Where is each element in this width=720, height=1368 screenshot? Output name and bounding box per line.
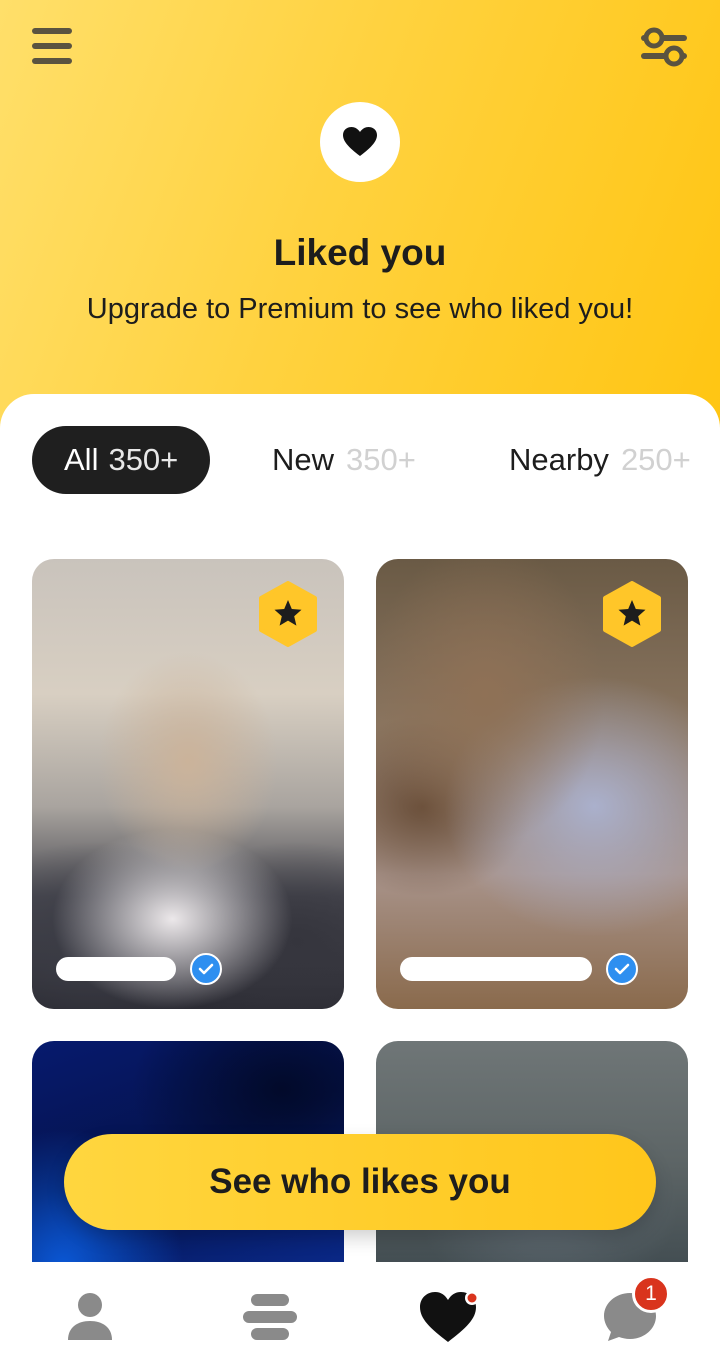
see-who-likes-you-button[interactable]: See who likes you [64, 1134, 656, 1230]
profile-card[interactable] [32, 559, 344, 1009]
tab-count: 350+ [346, 442, 416, 477]
tab-all[interactable]: All 350+ [32, 426, 211, 494]
hidden-name-bar [56, 957, 176, 981]
chat-notification-badge: 1 [632, 1275, 670, 1313]
tab-count: 250+ [620, 442, 691, 477]
liked-you-header: Liked you Upgrade to Premium to see who … [0, 0, 720, 440]
hamburger-menu-icon [32, 28, 72, 34]
heart-badge [320, 102, 400, 182]
sliders-filter-icon [641, 27, 687, 67]
tab-label: New [272, 442, 335, 477]
filter-tabs: All 350+ New 350+ Nearby 250+ [0, 426, 720, 496]
tab-nearby[interactable]: Nearby 250+ [509, 426, 691, 494]
hamburger-menu-icon [32, 43, 72, 49]
tab-new[interactable]: New 350+ [272, 426, 416, 494]
nav-discover[interactable] [230, 1282, 310, 1352]
tab-count: 350+ [108, 442, 179, 477]
menu-button[interactable] [30, 26, 74, 66]
hamburger-menu-icon [32, 58, 72, 64]
heart-icon [343, 127, 377, 156]
filter-button[interactable] [640, 24, 688, 70]
tab-label: All [64, 442, 99, 477]
verified-check-icon [606, 953, 638, 985]
profile-icon [68, 1293, 112, 1340]
page-title: Liked you [273, 232, 447, 273]
star-hexagon-icon [603, 581, 661, 647]
liked-you-heart-icon [420, 1291, 479, 1342]
verified-check-icon [190, 953, 222, 985]
star-hexagon-icon [259, 581, 317, 647]
profile-card[interactable] [376, 559, 688, 1009]
nav-profile[interactable] [50, 1282, 130, 1352]
page-subtitle: Upgrade to Premium to see who liked you! [86, 293, 634, 325]
bottom-navigation [0, 1262, 720, 1368]
discover-stack-icon [243, 1294, 297, 1340]
hidden-name-bar [400, 957, 592, 981]
tab-label: Nearby [509, 442, 609, 477]
nav-liked-you[interactable] [410, 1282, 490, 1352]
